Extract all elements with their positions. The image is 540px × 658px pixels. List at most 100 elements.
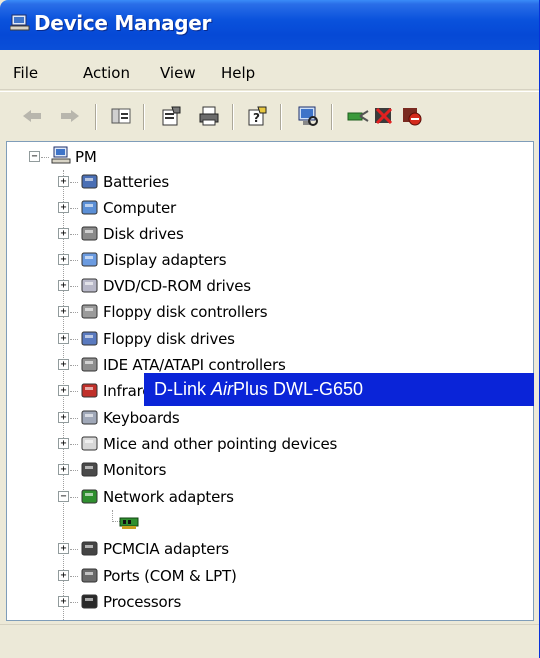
tree-connector [70, 576, 78, 577]
tree-item-label: Display adapters [103, 251, 227, 269]
expand-toggle-computer[interactable]: + [58, 202, 69, 213]
tree-connector [70, 365, 78, 366]
svg-text:?: ? [253, 111, 260, 125]
tree-item-label: IDE ATA/ATAPI controllers [103, 356, 286, 374]
ide-controller-icon [80, 355, 100, 375]
scan-hardware-icon[interactable] [296, 104, 320, 128]
tree-item-label: Mice and other pointing devices [103, 435, 338, 453]
keyboard-icon [80, 408, 100, 428]
menu-view[interactable]: View [160, 64, 196, 82]
dvd-drive-icon [80, 276, 100, 296]
menu-bar: File Action View Help [0, 50, 539, 90]
tree-item-keyboards[interactable]: Keyboards [103, 405, 180, 431]
tree-item-computer[interactable]: Computer [103, 195, 176, 221]
expand-toggle-batteries[interactable]: + [58, 176, 69, 187]
tree-connector [70, 286, 78, 287]
tree-item-display-adapters[interactable]: Display adapters [103, 247, 227, 273]
tree-item-pcmcia-adapters[interactable]: PCMCIA adapters [103, 536, 229, 562]
processor-icon [80, 592, 100, 612]
window-title: Device Manager [34, 11, 212, 35]
expand-toggle-network-adapters[interactable]: − [58, 491, 69, 502]
tree-connector [70, 182, 78, 183]
expand-toggle-floppy-disk-controllers[interactable]: + [58, 306, 69, 317]
expand-toggle-pcmcia-adapters[interactable]: + [58, 543, 69, 554]
properties-icon[interactable] [159, 104, 183, 128]
expand-toggle-ports-com-lpt[interactable]: + [58, 570, 69, 581]
floppy-drive-icon [80, 329, 100, 349]
menu-file[interactable]: File [13, 64, 38, 82]
toolbar-separator [331, 104, 333, 130]
expand-toggle-infrared-devices[interactable]: + [58, 385, 69, 396]
back-icon[interactable] [20, 104, 44, 128]
network-adapter-icon [80, 487, 100, 507]
expand-toggle-ide-ata-atapi-controllers[interactable]: + [58, 359, 69, 370]
network-card-icon [119, 512, 139, 532]
tree-item-label: Monitors [103, 461, 167, 479]
uninstall-icon[interactable] [372, 104, 396, 128]
toolbar-separator [232, 104, 234, 130]
help-icon[interactable]: ? [245, 104, 269, 128]
tree-connector [70, 497, 78, 498]
forward-icon[interactable] [58, 104, 82, 128]
tree-connector [70, 208, 78, 209]
tree-item-label: DVD/CD-ROM drives [103, 277, 251, 295]
tree-item-processors[interactable]: Processors [103, 589, 181, 615]
tree-connector [41, 157, 49, 158]
tree-item-label: Network adapters [103, 488, 234, 506]
toolbar-separator [143, 104, 145, 130]
selected-network-adapter-label: D-Link AirPlus DWL-G650 [154, 379, 364, 399]
monitor-icon [80, 460, 100, 480]
device-manager-app-icon [9, 14, 30, 36]
tree-connector [70, 339, 78, 340]
tree-item-batteries[interactable]: Batteries [103, 169, 169, 195]
expand-toggle-floppy-disk-drives[interactable]: + [58, 333, 69, 344]
show-hide-console-tree-icon[interactable] [109, 104, 133, 128]
tree-connector [70, 391, 78, 392]
tree-item-floppy-disk-controllers[interactable]: Floppy disk controllers [103, 299, 268, 325]
expand-toggle-display-adapters[interactable]: + [58, 254, 69, 265]
computer-root-icon [51, 146, 71, 166]
expand-toggle-mice-pointing-devices[interactable]: + [58, 438, 69, 449]
computer-icon [80, 198, 100, 218]
expand-toggle-monitors[interactable]: + [58, 464, 69, 475]
tree-connector [70, 549, 78, 550]
collapse-root-toggle[interactable]: − [29, 151, 40, 162]
tree-item-label: Batteries [103, 173, 170, 191]
port-icon [80, 566, 100, 586]
tree-connector [70, 418, 78, 419]
tree-connector [70, 602, 78, 603]
tree-item-dvd-cd-rom-drives[interactable]: DVD/CD-ROM drives [103, 273, 251, 299]
tree-item-monitors[interactable]: Monitors [103, 457, 166, 483]
tree-item-floppy-disk-drives[interactable]: Floppy disk drives [103, 326, 235, 352]
tree-item-mice-pointing-devices[interactable]: Mice and other pointing devices [103, 431, 337, 457]
disable-icon[interactable] [400, 104, 424, 128]
display-adapter-icon [80, 250, 100, 270]
expand-toggle-disk-drives[interactable]: + [58, 228, 69, 239]
infrared-icon [80, 381, 100, 401]
tree-item-label: Floppy disk drives [103, 330, 235, 348]
menu-action[interactable]: Action [83, 64, 130, 82]
tree-root[interactable]: PM [75, 144, 97, 170]
tree-connector [70, 444, 78, 445]
tree-connector [70, 470, 78, 471]
tree-item-network-adapters[interactable]: Network adapters [103, 484, 234, 510]
disk-drive-icon [80, 224, 100, 244]
floppy-controller-icon [80, 302, 100, 322]
update-driver-icon[interactable] [346, 104, 370, 128]
tree-item-label: PCMCIA adapters [103, 540, 229, 558]
tree-item-ports-com-lpt[interactable]: Ports (COM & LPT) [103, 563, 237, 589]
toolbar-separator [280, 104, 282, 130]
tree-item-disk-drives[interactable]: Disk drives [103, 221, 184, 247]
status-bar [0, 624, 539, 658]
expand-toggle-dvd-cd-rom-drives[interactable]: + [58, 280, 69, 291]
selected-network-adapter[interactable]: D-Link AirPlus DWL-G650 [144, 373, 534, 406]
tree-item-label: Keyboards [103, 409, 180, 427]
tree-connector [70, 234, 78, 235]
tree-item-label: Processors [103, 593, 182, 611]
expand-toggle-keyboards[interactable]: + [58, 412, 69, 423]
mouse-icon [80, 434, 100, 454]
title-bar[interactable]: Device Manager [0, 0, 539, 50]
expand-toggle-processors[interactable]: + [58, 596, 69, 607]
menu-help[interactable]: Help [221, 64, 255, 82]
print-icon[interactable] [197, 104, 221, 128]
